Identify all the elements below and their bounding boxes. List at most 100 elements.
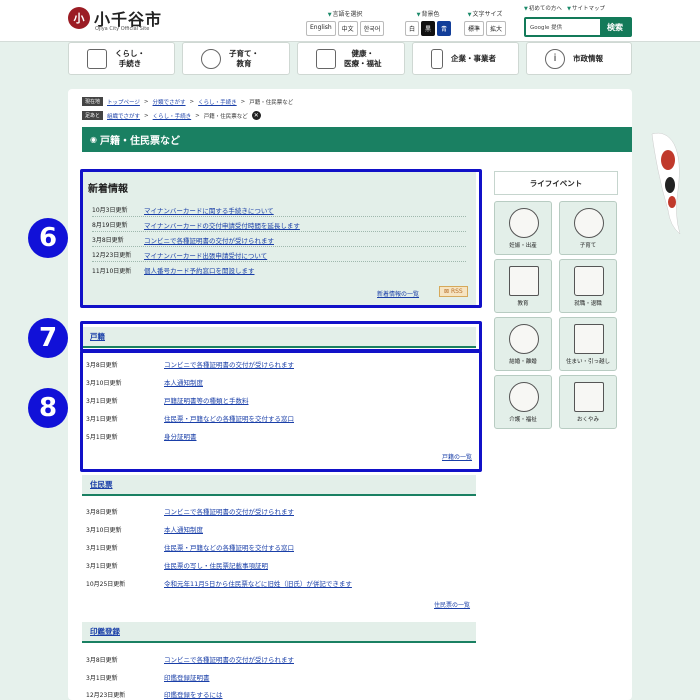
search-button[interactable]: 検索 [600, 19, 630, 35]
school-icon [509, 266, 539, 296]
sitemap-link[interactable]: サイトマップ [567, 6, 605, 12]
item-link[interactable]: 印鑑登録をするには [164, 689, 223, 699]
section-koseki-header: 戸籍 [82, 327, 476, 348]
section-inkan-header: 印鑑登録 [82, 622, 476, 643]
main-content: 現在地 トップページ > 分類でさがす > くらし・手続き > 戸籍・住民票など 足あ… [68, 89, 632, 700]
breadcrumb-category-link[interactable]: 分類でさがす [153, 98, 186, 106]
news-link[interactable]: マイナンバーカード出張申請受付について [144, 250, 267, 260]
language-label: 言語を選択 [306, 9, 384, 18]
news-link[interactable]: マイナンバーカードの交付申請受付時間を延長します [144, 220, 300, 230]
rss-button[interactable]: ⊠ RSS [439, 286, 468, 297]
item-link[interactable]: コンビニで各種証明書の交付が受けられます [164, 654, 294, 664]
news-link[interactable]: 個人番号カード予約窓口を開設します [144, 265, 255, 275]
hospital-icon [316, 48, 336, 69]
news-title: 新着情報 [88, 184, 128, 195]
item-link[interactable]: 戸籍証明書等の種類と手数料 [164, 395, 249, 405]
nav-living-label: くらし・ 手続き [115, 48, 145, 68]
breadcrumb-living-link[interactable]: くらし・手続き [198, 98, 237, 106]
nav-health[interactable]: 健康・ 医療・福祉 [297, 42, 405, 75]
item-link[interactable]: 住民票・戸籍などの各種証明を交付する窓口 [164, 542, 294, 552]
life-label: 妊娠・出産 [509, 243, 537, 249]
life-education[interactable]: 教育 [494, 259, 552, 313]
item-link[interactable]: 本人通知制度 [164, 524, 203, 534]
first-visit-link[interactable]: 初めての方へ [524, 6, 562, 12]
house-icon [574, 324, 604, 354]
item-link[interactable]: 住民票・戸籍などの各種証明を交付する窓口 [164, 413, 294, 423]
top-links: 初めての方へ サイトマップ [524, 4, 605, 12]
life-childcare[interactable]: 子育て [559, 201, 617, 255]
item-link[interactable]: コンビニで各種証明書の交付が受けられます [164, 506, 294, 516]
news-item: 12月23日更新 マイナンバーカード出張申請受付について [92, 248, 466, 262]
fontsize-large-button[interactable]: 拡大 [486, 21, 507, 36]
item-link[interactable]: 住民票の写し・住民票記載事項証明 [164, 560, 268, 570]
rss-icon: ⊠ [444, 288, 450, 295]
item-date: 3月10日更新 [86, 526, 122, 534]
life-marriage[interactable]: 結婚・離婚 [494, 317, 552, 371]
news-list-link[interactable]: 新着情報の一覧 [377, 289, 419, 298]
section-juminhyo-header: 住民票 [82, 475, 476, 496]
news-link[interactable]: マイナンバーカードに関する手続きについて [144, 205, 274, 215]
city-logo[interactable]: 小 [68, 7, 90, 29]
rss-label: RSS [450, 288, 463, 295]
language-selector: 言語を選択 English 中文 한국어 [306, 9, 385, 36]
breadcrumb-tag: 現在地 [82, 97, 104, 106]
portrait-icon [574, 382, 604, 412]
item-date: 12月23日更新 [86, 691, 126, 699]
life-pregnancy[interactable]: 妊娠・出産 [494, 201, 552, 255]
lang-english-button[interactable]: English [306, 21, 336, 36]
koseki-list-link[interactable]: 戸籍の一覧 [442, 452, 472, 461]
nav-cityinfo-label: 市政情報 [573, 53, 603, 63]
item-link[interactable]: 身分証明書 [164, 431, 197, 441]
nav-cityinfo[interactable]: i 市政情報 [526, 42, 632, 75]
lang-korean-button[interactable]: 한국어 [359, 21, 385, 36]
life-label: 介護・福祉 [509, 417, 537, 423]
footprint-tag: 足あと [82, 111, 104, 120]
news-item: 10月3日更新 マイナンバーカードに関する手続きについて [92, 203, 466, 217]
phone-icon [431, 48, 443, 69]
item-link[interactable]: 印鑑登録証明書 [164, 672, 210, 682]
news-date: 11月10日更新 [92, 267, 132, 275]
list-item: 10月25日更新 令和元年11月5日から住民票などに旧姓（旧氏）が併記できます [86, 577, 466, 589]
fontsize-normal-button[interactable]: 標準 [464, 21, 485, 36]
breadcrumb-top-link[interactable]: トップページ [107, 98, 140, 106]
news-date: 10月3日更新 [92, 207, 128, 214]
koi-fish-decoration [651, 132, 681, 235]
item-link[interactable]: 令和元年11月5日から住民票などに旧姓（旧氏）が併記できます [164, 578, 352, 588]
life-employment[interactable]: 就職・退職 [559, 259, 617, 313]
life-welfare[interactable]: 介護・福祉 [494, 375, 552, 429]
page-title: 戸籍・住民票など [82, 127, 632, 152]
close-icon[interactable]: ✕ [251, 111, 261, 120]
item-date: 3月1日更新 [86, 544, 118, 552]
footprint-org-link[interactable]: 組織でさがす [107, 112, 140, 120]
child-icon [574, 208, 604, 238]
section-juminhyo-title[interactable]: 住民票 [90, 479, 113, 490]
background-label: 背景色 [405, 9, 451, 18]
news-date: 3月8日更新 [92, 237, 124, 244]
lang-chinese-button[interactable]: 中文 [337, 21, 358, 36]
section-inkan-title[interactable]: 印鑑登録 [90, 626, 120, 637]
nav-living[interactable]: くらし・ 手続き [68, 42, 175, 75]
nav-health-label: 健康・ 医療・福祉 [344, 48, 382, 68]
life-housing[interactable]: 住まい・引っ越し [559, 317, 617, 371]
list-item: 3月1日更新 住民票・戸籍などの各種証明を交付する窓口 [86, 541, 466, 553]
item-date: 10月25日更新 [86, 580, 126, 588]
nav-childcare[interactable]: 子育て・ 教育 [182, 42, 290, 75]
section-koseki-title[interactable]: 戸籍 [90, 331, 105, 342]
juminhyo-list-link[interactable]: 住民票の一覧 [434, 600, 470, 609]
life-label: 結婚・離婚 [509, 359, 537, 365]
item-link[interactable]: コンビニで各種証明書の交付が受けられます [164, 359, 294, 369]
list-item: 3月1日更新 戸籍証明書等の種類と手数料 [86, 394, 466, 406]
bg-black-button[interactable]: 黒 [421, 21, 436, 36]
item-link[interactable]: 本人通知制度 [164, 377, 203, 387]
baby-icon [509, 208, 539, 238]
news-link[interactable]: コンビニで各種証明書の交付が受けられます [144, 235, 274, 245]
footprint-living-link[interactable]: くらし・手続き [153, 112, 192, 120]
search-input[interactable]: Google 提供 [530, 23, 562, 31]
bg-white-button[interactable]: 白 [405, 21, 420, 36]
nav-business[interactable]: 企業・事業者 [412, 42, 519, 75]
family-icon [201, 48, 221, 69]
footprint-current: 戸籍・住民票など [203, 113, 248, 120]
life-condolence[interactable]: おくやみ [559, 375, 617, 429]
life-label: おくやみ [576, 417, 599, 423]
bg-blue-button[interactable]: 青 [437, 21, 452, 36]
